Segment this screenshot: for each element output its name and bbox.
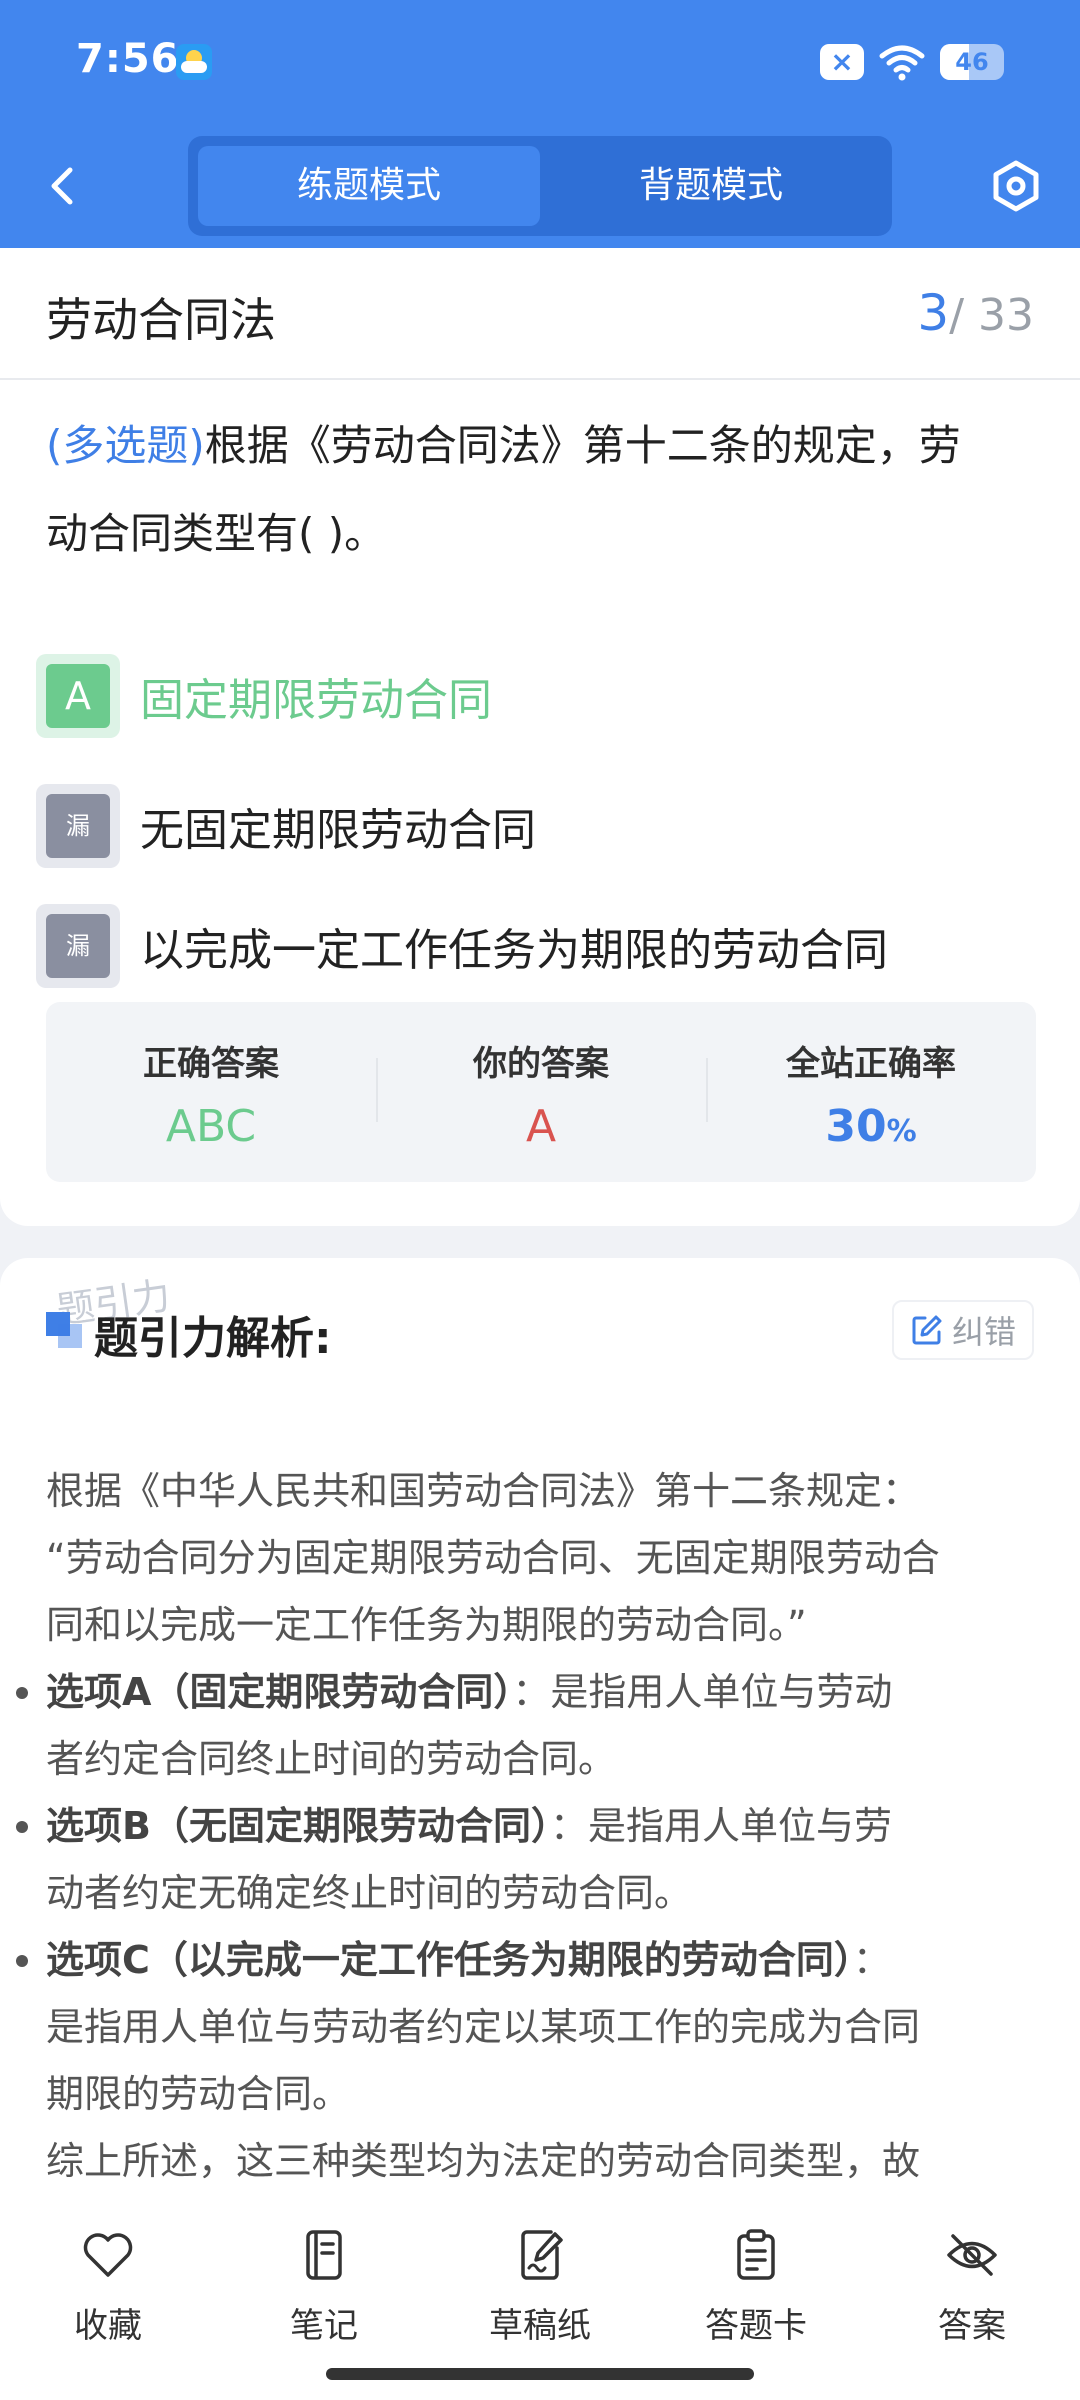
analysis-option-list: 选项A（固定期限劳动合同）：是指用人单位与劳动 者约定合同终止时间的劳动合同。 … — [16, 1659, 1040, 2128]
report-error-label: 纠错 — [951, 1313, 1016, 1351]
analysis-option-text: 者约定合同终止时间的劳动合同。 — [46, 1737, 617, 1781]
answer-toggle-label: 答案 — [938, 2306, 1006, 2346]
analysis-intro: 根据《中华人民共和国劳动合同法》第十二条规定： “劳动合同分为固定期限劳动合同、… — [46, 1458, 1040, 1659]
correct-answer-value: ABC — [165, 1101, 257, 1152]
analysis-summary: 综上所述，这三种类型均为法定的劳动合同类型，故 — [46, 2139, 921, 2183]
wifi-icon — [879, 45, 925, 81]
accuracy-number: 30 — [825, 1101, 887, 1152]
notes-label: 笔记 — [290, 2306, 358, 2346]
option-badge-missed-mark: 漏 — [46, 914, 110, 978]
analysis-intro-line: 根据《中华人民共和国劳动合同法》第十二条规定： — [46, 1469, 921, 1513]
current-question-number: 3 — [917, 284, 950, 342]
answer-sheet-label: 答题卡 — [705, 2306, 807, 2346]
analysis-squares-icon — [46, 1312, 82, 1348]
analysis-body: 根据《中华人民共和国劳动合同法》第十二条规定： “劳动合同分为固定期限劳动合同、… — [16, 1458, 1040, 2195]
question-title-row: 劳动合同法 3/ 33 — [0, 248, 1080, 380]
favorite-label: 收藏 — [74, 2306, 142, 2346]
tab-memorize-mode[interactable]: 背题模式 — [540, 146, 882, 226]
analysis-option-text: ：是指用人单位与劳 — [549, 1804, 892, 1848]
total-questions: / 33 — [949, 290, 1034, 341]
answer-sheet-icon — [737, 2229, 775, 2280]
status-time: 7:56 — [76, 36, 180, 82]
back-chevron-icon[interactable] — [40, 156, 84, 216]
question-type-label: (多选题) — [46, 421, 205, 470]
stat-label: 全站正确率 — [786, 1044, 956, 1084]
question-category-title: 劳动合同法 — [46, 293, 276, 347]
question-stem: (多选题)根据《劳动合同法》第十二条的规定，劳 动合同类型有( )。 — [46, 402, 1040, 578]
answer-stats: 正确答案 ABC 你的答案 A 全站正确率 30% — [46, 1002, 1036, 1182]
question-stem-line1: 根据《劳动合同法》第十二条的规定，劳 — [204, 421, 961, 470]
option-badge-missed: 漏 — [36, 904, 120, 988]
analysis-option-text: ：是指用人单位与劳动 — [512, 1670, 893, 1714]
heart-icon — [83, 2233, 133, 2277]
mode-switch: 练题模式 背题模式 — [188, 136, 892, 236]
stat-site-accuracy: 全站正确率 30% — [706, 1002, 1036, 1182]
settings-hexagon-icon[interactable] — [988, 158, 1044, 214]
analysis-option-text: 是指用人单位与劳动者约定以某项工作的完成为合同 — [46, 2005, 921, 2049]
analysis-option-text: 动者约定无确定终止时间的劳动合同。 — [46, 1871, 693, 1915]
draft-paper-label: 草稿纸 — [489, 2306, 591, 2346]
report-error-button[interactable]: 纠错 — [891, 1300, 1034, 1360]
battery-icon: 46 — [940, 44, 1004, 80]
home-indicator[interactable] — [326, 2368, 754, 2380]
draft-paper-icon — [521, 2230, 563, 2280]
analysis-option-text: ： — [852, 1938, 891, 1982]
analysis-card: 题引力 题引力解析: 纠错 根据《中华人民共和国劳动合同法》第十二条规定： “劳… — [0, 1258, 1080, 2220]
battery-level: 46 — [955, 48, 989, 76]
edit-icon — [912, 1315, 942, 1345]
your-answer-value: A — [525, 1101, 557, 1152]
site-accuracy-value: 30% — [706, 1101, 1036, 1152]
nav-bar: 练题模式 背题模式 — [0, 124, 1080, 248]
analysis-title: 题引力解析: — [94, 1313, 332, 1364]
question-stem-line2: 动合同类型有( )。 — [46, 509, 387, 558]
analysis-option-text: 期限的劳动合同。 — [46, 2072, 351, 2116]
analysis-option-item: 选项A（固定期限劳动合同）：是指用人单位与劳动 者约定合同终止时间的劳动合同。 — [16, 1659, 1040, 1793]
stat-correct-answer: 正确答案 ABC — [46, 1002, 376, 1182]
status-bar: 7:56 × 46 — [0, 0, 1080, 124]
analysis-option-item: 选项B（无固定期限劳动合同）：是指用人单位与劳 动者约定无确定终止时间的劳动合同… — [16, 1793, 1040, 1927]
option-badge-missed-mark: 漏 — [46, 794, 110, 858]
analysis-intro-line: “劳动合同分为固定期限劳动合同、无固定期限劳动合 — [46, 1536, 940, 1580]
analysis-intro-line: 同和以完成一定工作任务为期限的劳动合同。” — [46, 1603, 807, 1647]
question-card: 劳动合同法 3/ 33 (多选题)根据《劳动合同法》第十二条的规定，劳 动合同类… — [0, 248, 1080, 1226]
option-text: 以完成一定工作任务为期限的劳动合同 — [140, 925, 888, 976]
stat-label: 正确答案 — [143, 1044, 279, 1084]
analysis-option-item: 选项C（以完成一定工作任务为期限的劳动合同）： 是指用人单位与劳动者约定以某项工… — [16, 1927, 1040, 2128]
option-badge-letter: A — [46, 664, 110, 728]
analysis-option-heading: 选项C（以完成一定工作任务为期限的劳动合同） — [46, 1938, 853, 1982]
option-b[interactable]: 漏 无固定期限劳动合同 — [36, 784, 536, 868]
notification-x-icon: × — [820, 44, 864, 80]
option-a[interactable]: A 固定期限劳动合同 — [36, 654, 492, 738]
accuracy-unit: % — [886, 1114, 917, 1149]
tab-practice-mode[interactable]: 练题模式 — [198, 146, 540, 226]
option-text: 无固定期限劳动合同 — [140, 805, 536, 856]
analysis-option-heading: 选项B（无固定期限劳动合同） — [46, 1804, 550, 1848]
option-text: 固定期限劳动合同 — [140, 675, 492, 726]
stat-label: 你的答案 — [473, 1044, 609, 1084]
stat-your-answer: 你的答案 A — [376, 1002, 706, 1182]
status-icons: × 46 — [820, 40, 1004, 84]
analysis-option-heading: 选项A（固定期限劳动合同） — [46, 1670, 513, 1714]
option-c[interactable]: 漏 以完成一定工作任务为期限的劳动合同 — [36, 904, 888, 988]
favorite-button[interactable]: 收藏 — [0, 2200, 216, 2400]
question-progress: 3/ 33 — [917, 284, 1034, 342]
notebook-icon — [306, 2230, 342, 2280]
eye-off-icon — [947, 2234, 997, 2276]
answer-toggle-button[interactable]: 答案 — [864, 2200, 1080, 2400]
header: 7:56 × 46 练题模式 背题模式 — [0, 0, 1080, 248]
weather-app-icon — [176, 44, 212, 80]
option-badge-missed: 漏 — [36, 784, 120, 868]
option-badge-correct: A — [36, 654, 120, 738]
